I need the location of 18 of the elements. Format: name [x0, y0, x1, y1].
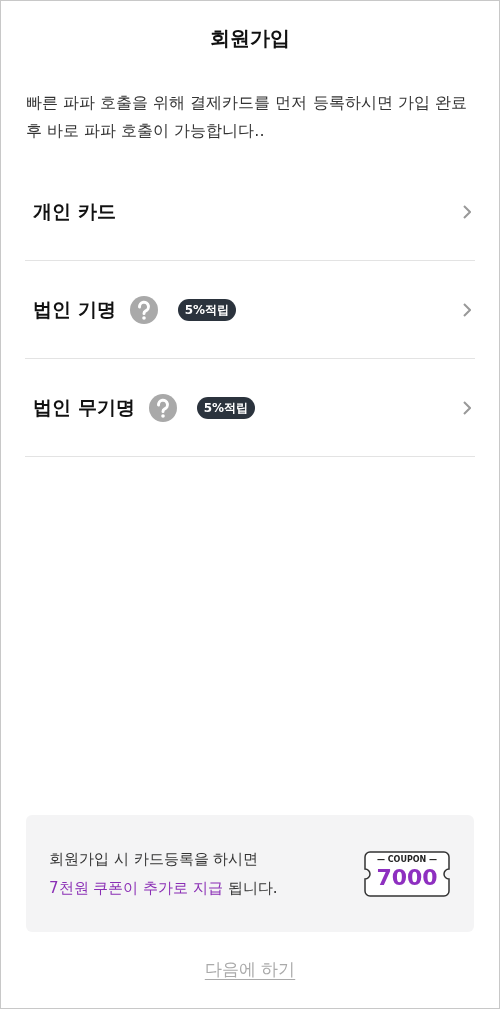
option-label: 개인 카드 — [33, 199, 116, 225]
help-icon[interactable] — [129, 295, 158, 324]
option-label: 법인 무기명 — [33, 395, 135, 421]
page-title: 회원가입 — [210, 25, 290, 52]
option-label: 법인 기명 — [33, 297, 116, 323]
chevron-right-icon — [463, 302, 471, 317]
reward-badge: 5%적립 — [196, 396, 255, 419]
chevron-right-icon — [463, 204, 471, 219]
option-row[interactable]: 법인 무기명 5%적립 — [25, 359, 475, 457]
option-row[interactable]: 개인 카드 — [25, 163, 475, 261]
reward-badge: 5%적립 — [177, 298, 236, 321]
description-text: 빠른 파파 호출을 위해 결제카드를 먼저 등록하시면 가입 완료 후 바로 파파 호출이 가능합니다.. — [25, 92, 468, 142]
help-icon[interactable] — [148, 393, 177, 422]
coupon-amount: 7000 — [376, 864, 438, 891]
promo-text: 회원가입 시 카드등록을 하시면 7천원 쿠폰이 추가로 지급 됩니다. — [49, 848, 278, 899]
coupon-label: — COUPON — — [376, 854, 438, 865]
option-row[interactable]: 법인 기명 5%적립 — [25, 261, 475, 359]
chevron-right-icon — [463, 400, 471, 415]
